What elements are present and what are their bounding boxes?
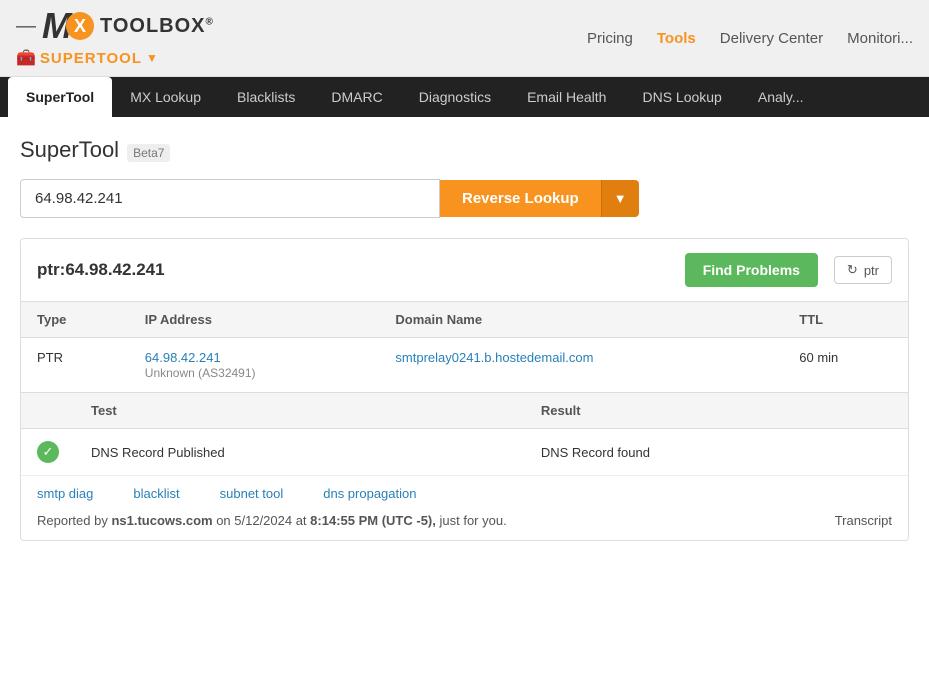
footer-blacklist[interactable]: blacklist — [133, 486, 179, 501]
nav-monitoring[interactable]: Monitori... — [847, 30, 913, 47]
ip-link[interactable]: 64.98.42.241 — [145, 350, 221, 365]
domain-link[interactable]: smtprelay0241.b.hostedemail.com — [395, 350, 593, 365]
ip-info: Unknown (AS32491) — [145, 366, 256, 380]
col-ip: IP Address — [129, 302, 380, 338]
col-ttl: TTL — [783, 302, 908, 338]
tab-supertool[interactable]: SuperTool — [8, 77, 112, 117]
col-result: Result — [525, 393, 908, 429]
nav-tools[interactable]: Tools — [657, 30, 696, 47]
just-for-you-link[interactable]: just for you — [440, 513, 504, 528]
ptr-badge-label: ptr — [864, 263, 879, 278]
lookup-btn-group: Reverse Lookup ▼ — [440, 180, 639, 217]
footer-links: smtp diag blacklist subnet tool dns prop… — [21, 475, 908, 507]
logo-dash-icon: — — [16, 15, 36, 38]
ptr-refresh-button[interactable]: ↻ ptr — [834, 256, 892, 284]
tab-email-health[interactable]: Email Health — [509, 77, 624, 117]
logo-toolbox-text: TOOLBOX® — [100, 15, 214, 38]
nav-links: Pricing Tools Delivery Center Monitori..… — [587, 30, 913, 47]
table-row: PTR 64.98.42.241 Unknown (AS32491) smtpr… — [21, 338, 908, 393]
ptr-header: ptr:64.98.42.241 Find Problems ↻ ptr — [21, 239, 908, 301]
tab-dns-lookup[interactable]: DNS Lookup — [624, 77, 739, 117]
ns-link: ns1.tucows.com — [111, 513, 212, 528]
report-time: 8:14:55 PM (UTC -5), — [310, 513, 436, 528]
report-text: Reported by ns1.tucows.com on 5/12/2024 … — [37, 513, 507, 528]
col-status-icon — [21, 393, 75, 429]
tab-analyze[interactable]: Analy... — [740, 77, 822, 117]
test-row: ✓ DNS Record Published DNS Record found — [21, 429, 908, 476]
footer-dns-propagation[interactable]: dns propagation — [323, 486, 416, 501]
supertool-dropdown-arrow[interactable]: ▼ — [146, 51, 158, 65]
result-table: Type IP Address Domain Name TTL PTR 64.9… — [21, 301, 908, 392]
beta-badge: Beta7 — [127, 144, 170, 162]
nav-pricing[interactable]: Pricing — [587, 30, 633, 47]
test-name-cell: DNS Record Published — [75, 429, 525, 476]
supertool-icon: 🧰 — [16, 48, 36, 68]
tab-blacklists[interactable]: Blacklists — [219, 77, 313, 117]
tab-dmarc[interactable]: DMARC — [313, 77, 400, 117]
cell-ip: 64.98.42.241 Unknown (AS32491) — [129, 338, 380, 393]
page-title-text: SuperTool — [20, 137, 119, 163]
find-problems-button[interactable]: Find Problems — [685, 253, 818, 287]
page-title: SuperTool Beta7 — [20, 137, 909, 163]
refresh-icon: ↻ — [847, 262, 858, 278]
search-row: Reverse Lookup ▼ — [20, 179, 909, 218]
col-type: Type — [21, 302, 129, 338]
cell-ttl: 60 min — [783, 338, 908, 393]
test-table: Test Result ✓ DNS Record Published DNS R… — [21, 392, 908, 475]
cell-domain: smtprelay0241.b.hostedemail.com — [379, 338, 783, 393]
reverse-lookup-button[interactable]: Reverse Lookup — [440, 180, 601, 217]
test-status-cell: ✓ — [21, 429, 75, 476]
tab-mx-lookup[interactable]: MX Lookup — [112, 77, 219, 117]
col-domain: Domain Name — [379, 302, 783, 338]
col-test: Test — [75, 393, 525, 429]
tab-bar: SuperTool MX Lookup Blacklists DMARC Dia… — [0, 77, 929, 117]
footer-report: Reported by ns1.tucows.com on 5/12/2024 … — [21, 507, 908, 540]
logo-x-circle: X — [66, 12, 94, 40]
pass-icon: ✓ — [37, 441, 59, 463]
main-content: SuperTool Beta7 Reverse Lookup ▼ ptr:64.… — [0, 117, 929, 561]
logo-mx: M X — [42, 8, 94, 44]
footer-subnet-tool[interactable]: subnet tool — [220, 486, 284, 501]
logo-x-letter: X — [74, 16, 86, 37]
ptr-title: ptr:64.98.42.241 — [37, 260, 165, 280]
logo-area: — M X TOOLBOX® — [16, 8, 214, 44]
supertool-label-area[interactable]: 🧰 SUPERTOOL ▼ — [16, 48, 214, 68]
lookup-dropdown-button[interactable]: ▼ — [601, 180, 639, 217]
header: — M X TOOLBOX® 🧰 SUPERTOOL ▼ Pricing Too… — [0, 0, 929, 77]
ptr-section: ptr:64.98.42.241 Find Problems ↻ ptr Typ… — [20, 238, 909, 541]
transcript-link[interactable]: Transcript — [835, 513, 892, 528]
nav-delivery-center[interactable]: Delivery Center — [720, 30, 823, 47]
logo-reg: ® — [206, 16, 214, 27]
test-result-cell: DNS Record found — [525, 429, 908, 476]
search-input[interactable] — [20, 179, 440, 218]
footer-smtp-diag[interactable]: smtp diag — [37, 486, 93, 501]
tab-diagnostics[interactable]: Diagnostics — [401, 77, 509, 117]
toolbox-label: TOOLBOX — [100, 15, 206, 37]
supertool-label-text: SUPERTOOL — [40, 50, 142, 67]
cell-type: PTR — [21, 338, 129, 393]
